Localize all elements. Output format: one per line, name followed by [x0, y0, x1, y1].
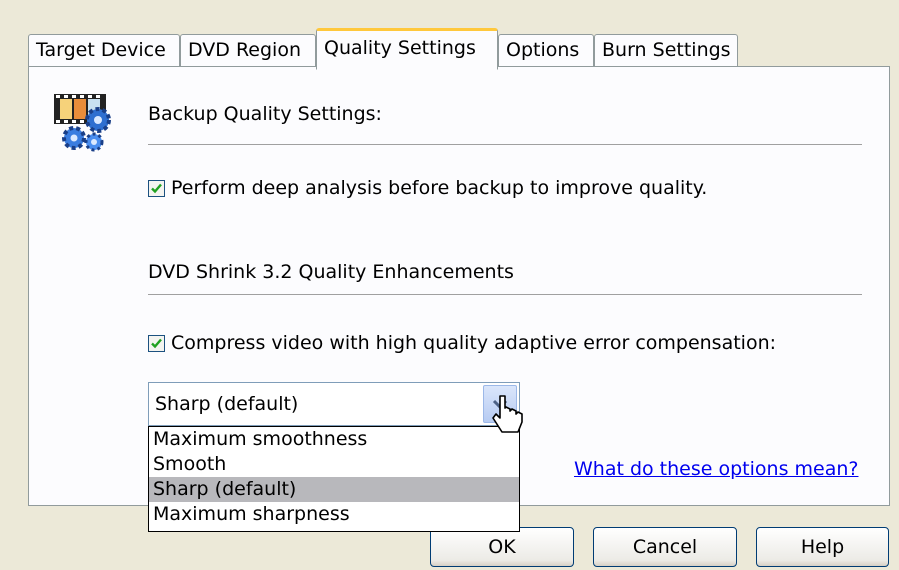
option-maximum-smoothness[interactable]: Maximum smoothness — [149, 427, 519, 452]
option-smooth[interactable]: Smooth — [149, 452, 519, 477]
separator — [148, 294, 862, 295]
film-gears-icon — [54, 94, 111, 152]
separator — [148, 144, 862, 145]
quality-select[interactable]: Sharp (default) — [148, 382, 520, 426]
option-sharp-default[interactable]: Sharp (default) — [149, 477, 519, 502]
tab-options[interactable]: Options — [498, 34, 594, 66]
tab-dvd-region[interactable]: DVD Region — [180, 34, 316, 66]
quality-select-value: Sharp (default) — [155, 393, 299, 415]
compress-video-option[interactable]: Compress video with high quality adaptiv… — [148, 332, 776, 354]
compress-video-label: Compress video with high quality adaptiv… — [171, 332, 777, 354]
deep-analysis-checkbox[interactable] — [148, 179, 165, 197]
enhancements-heading: DVD Shrink 3.2 Quality Enhancements — [148, 261, 514, 283]
deep-analysis-label: Perform deep analysis before backup to i… — [171, 177, 708, 199]
hand-cursor-icon — [492, 395, 523, 433]
backup-quality-heading: Backup Quality Settings: — [148, 103, 382, 125]
compress-video-checkbox[interactable] — [148, 334, 165, 352]
cancel-button[interactable]: Cancel — [593, 527, 737, 567]
quality-dropdown-list: Maximum smoothness Smooth Sharp (default… — [148, 426, 520, 532]
checkmark-icon — [151, 338, 162, 348]
tab-target-device[interactable]: Target Device — [28, 34, 180, 66]
tab-quality-settings[interactable]: Quality Settings — [316, 28, 498, 70]
ok-button[interactable]: OK — [430, 527, 574, 567]
options-help-link[interactable]: What do these options mean? — [574, 458, 858, 480]
help-button[interactable]: Help — [756, 527, 889, 567]
tab-burn-settings[interactable]: Burn Settings — [594, 34, 738, 66]
option-maximum-sharpness[interactable]: Maximum sharpness — [149, 502, 519, 527]
deep-analysis-option[interactable]: Perform deep analysis before backup to i… — [148, 177, 707, 199]
checkmark-icon — [151, 183, 162, 193]
